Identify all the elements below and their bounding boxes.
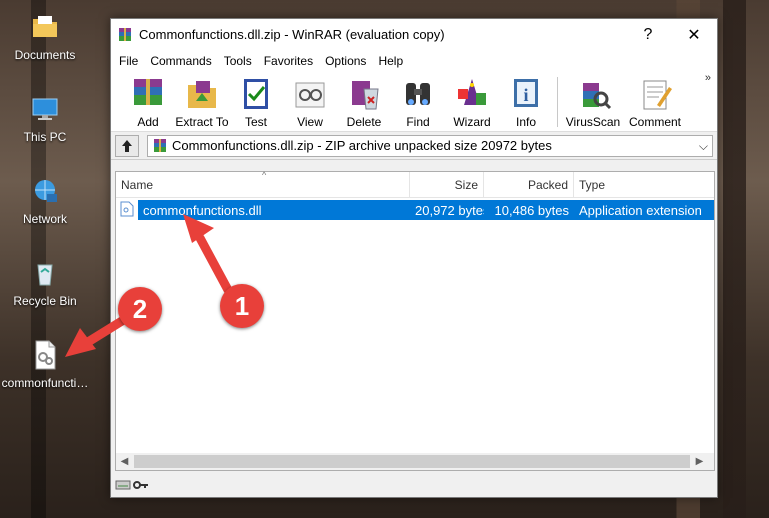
add-button[interactable]: Add bbox=[121, 72, 175, 132]
scrollbar-thumb[interactable] bbox=[134, 455, 690, 468]
tool-label: Find bbox=[406, 115, 430, 129]
toolbar: Add Extract To Test View Delete Find Wiz… bbox=[111, 72, 717, 132]
tool-label: Wizard bbox=[453, 115, 491, 129]
menu-file[interactable]: File bbox=[113, 52, 144, 70]
tool-label: Info bbox=[515, 115, 536, 129]
info-button[interactable]: i Info bbox=[499, 72, 553, 132]
file-name-cell: commonfunctions.dll bbox=[138, 200, 410, 220]
column-header-packed[interactable]: Packed bbox=[484, 172, 574, 197]
wizard-icon bbox=[458, 79, 486, 105]
horizontal-scrollbar[interactable]: ◀ ▶ bbox=[116, 453, 714, 470]
table-row[interactable]: commonfunctions.dll 20,972 bytes 10,486 … bbox=[116, 200, 714, 220]
scroll-right-icon[interactable]: ▶ bbox=[691, 456, 708, 467]
address-bar: Commonfunctions.dll.zip - ZIP archive un… bbox=[111, 132, 717, 160]
menu-tools[interactable]: Tools bbox=[218, 52, 258, 70]
find-binoculars-icon bbox=[406, 83, 430, 105]
view-button[interactable]: View bbox=[283, 72, 337, 132]
this-pc-icon bbox=[28, 92, 62, 126]
menu-options[interactable]: Options bbox=[319, 52, 372, 70]
drive-key-icon bbox=[115, 480, 148, 490]
tool-label: VirusScan bbox=[565, 115, 621, 129]
annotation-marker-1: 1 bbox=[220, 284, 264, 328]
desktop-icon-this-pc[interactable]: This PC bbox=[0, 92, 90, 144]
desktop-icon-label: Documents bbox=[14, 48, 76, 62]
extract-to-icon bbox=[188, 81, 216, 108]
tool-label: Comment bbox=[628, 115, 681, 129]
column-header-size[interactable]: Size bbox=[410, 172, 484, 197]
status-bar bbox=[111, 473, 717, 497]
desktop-icon-documents[interactable]: Documents bbox=[0, 10, 90, 62]
desktop-icon-label: This PC bbox=[23, 130, 67, 144]
tool-label: Add bbox=[137, 115, 159, 129]
desktop-icon-label: Recycle Bin bbox=[13, 294, 77, 308]
tool-label: Delete bbox=[346, 115, 382, 129]
desktop-icon-network[interactable]: Network bbox=[0, 174, 90, 226]
toolbar-overflow-chevron[interactable]: » bbox=[705, 72, 711, 84]
file-packed-cell: 10,486 bytes bbox=[484, 200, 574, 220]
window-title: Commonfunctions.dll.zip - WinRAR (evalua… bbox=[139, 27, 445, 42]
tool-label: Test bbox=[244, 115, 267, 129]
comment-icon bbox=[643, 80, 672, 110]
toolbar-separator bbox=[557, 77, 558, 127]
file-icon-cell bbox=[116, 201, 138, 220]
file-type-cell: Application extension bbox=[574, 200, 714, 220]
desktop-icon-label: Network bbox=[22, 212, 67, 226]
test-icon bbox=[244, 79, 268, 109]
virusscan-button[interactable]: VirusScan bbox=[562, 72, 624, 132]
find-button[interactable]: Find bbox=[391, 72, 445, 132]
archive-path-dropdown[interactable]: Commonfunctions.dll.zip - ZIP archive un… bbox=[147, 134, 713, 157]
dll-file-icon bbox=[28, 338, 62, 372]
up-folder-button[interactable] bbox=[115, 134, 139, 157]
sort-ascending-icon: ^ bbox=[262, 170, 267, 180]
wizard-button[interactable]: Wizard bbox=[445, 72, 499, 132]
archive-icon bbox=[154, 138, 166, 152]
add-archive-icon bbox=[134, 79, 162, 105]
file-list-header: ^ Name Size Packed Type bbox=[116, 170, 714, 198]
title-bar[interactable]: Commonfunctions.dll.zip - WinRAR (evalua… bbox=[111, 19, 717, 50]
view-icon bbox=[295, 82, 325, 108]
scroll-left-icon[interactable]: ◀ bbox=[116, 456, 133, 467]
desktop-icon-label: commonfuncti… bbox=[1, 376, 89, 390]
help-button[interactable]: ? bbox=[625, 19, 671, 50]
recycle-bin-icon bbox=[28, 256, 62, 290]
chevron-down-icon: ⌵ bbox=[698, 138, 708, 153]
dll-file-icon bbox=[120, 201, 134, 216]
svg-text:i: i bbox=[523, 85, 528, 105]
comment-button[interactable]: Comment bbox=[624, 72, 686, 132]
menu-favorites[interactable]: Favorites bbox=[258, 52, 319, 70]
desktop-icon-recycle-bin[interactable]: Recycle Bin bbox=[0, 256, 90, 308]
delete-button[interactable]: Delete bbox=[337, 72, 391, 132]
annotation-marker-2: 2 bbox=[118, 287, 162, 331]
network-icon bbox=[28, 174, 62, 208]
file-list: ^ Name Size Packed Type commonfunctions.… bbox=[115, 170, 715, 471]
tool-label: Extract To bbox=[175, 115, 229, 129]
winrar-window: Commonfunctions.dll.zip - WinRAR (evalua… bbox=[110, 18, 718, 498]
extract-to-button[interactable]: Extract To bbox=[175, 72, 229, 132]
up-arrow-icon bbox=[122, 139, 132, 152]
winrar-app-icon bbox=[117, 27, 133, 43]
menu-help[interactable]: Help bbox=[372, 52, 409, 70]
documents-folder-icon bbox=[28, 10, 62, 44]
archive-path-text: Commonfunctions.dll.zip - ZIP archive un… bbox=[172, 138, 552, 153]
desktop-icon-dll-file[interactable]: commonfuncti… bbox=[0, 338, 90, 390]
virus-scan-icon bbox=[583, 83, 612, 110]
file-size-cell: 20,972 bytes bbox=[410, 200, 484, 220]
info-icon: i bbox=[514, 79, 538, 107]
delete-icon bbox=[352, 81, 379, 110]
tool-label: View bbox=[297, 115, 323, 129]
menu-commands[interactable]: Commands bbox=[144, 52, 217, 70]
menu-bar: File Commands Tools Favorites Options He… bbox=[111, 50, 717, 72]
column-header-type[interactable]: Type bbox=[574, 172, 714, 197]
test-button[interactable]: Test bbox=[229, 72, 283, 132]
close-button[interactable]: ✕ bbox=[671, 19, 717, 50]
